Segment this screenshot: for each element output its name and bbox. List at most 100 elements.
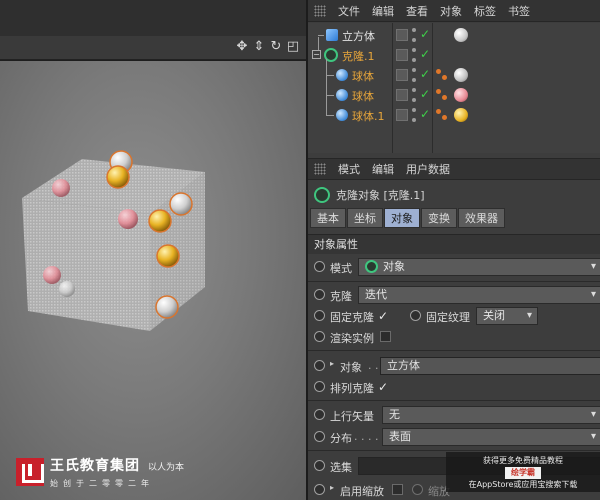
animate-radio[interactable] [314,331,325,342]
expand-triangle-icon[interactable]: ▸ [330,483,334,492]
attribute-manager-menubar: 模式 编辑 用户数据 [308,158,600,180]
animate-radio[interactable] [314,310,325,321]
sphere-icon [336,109,348,121]
material-tag-icon[interactable] [454,88,468,102]
arrange-clones-checkbox[interactable]: ✓ [378,380,388,394]
menu-edit[interactable]: 编辑 [372,3,394,19]
tab-coord[interactable]: 坐标 [347,208,383,228]
maximize-view-icon[interactable]: ◰ [286,40,300,54]
clone-value: 迭代 [365,288,387,301]
mode-dropdown[interactable]: 对象 [358,258,600,276]
visibility-dots[interactable] [412,28,416,42]
collapse-toggle-icon[interactable]: − [312,50,321,59]
prop-label: 启用缩放 [340,485,384,498]
object-manager-list: 立方体 ✓ − 克隆.1 ✓ 球体 ✓ 球体 ✓ 球体.1 ✓ [308,23,600,153]
object-row-sphere-1[interactable]: 球体.1 ✓ [308,95,600,125]
right-panel: 文件 编辑 查看 对象 标签 书签 立方体 ✓ − 克隆.1 ✓ 球体 ✓ 球体… [306,0,600,500]
menu-tags[interactable]: 标签 [474,3,496,19]
visibility-dots[interactable] [412,88,416,102]
watermark-line2: 绘学霸 [505,467,541,479]
fixed-clone-checkbox[interactable]: ✓ [378,309,388,323]
visibility-dots[interactable] [412,48,416,62]
prop-label: 上行矢量 [330,410,374,423]
menu-bookmarks[interactable]: 书签 [508,3,530,19]
enabled-check-icon[interactable]: ✓ [420,87,430,101]
material-tag-icon[interactable] [454,68,468,82]
editor-visibility-toggle[interactable] [396,29,408,41]
fixed-texture-dropdown[interactable]: 关闭 [476,307,538,325]
material-tag-icon[interactable] [454,28,468,42]
enabled-check-icon[interactable]: ✓ [420,107,430,121]
animate-radio[interactable] [314,431,325,442]
enabled-check-icon[interactable]: ✓ [420,27,430,41]
tab-effectors[interactable]: 效果器 [458,208,505,228]
object-row-cloner[interactable]: − 克隆.1 ✓ [308,37,600,65]
enabled-check-icon[interactable]: ✓ [420,47,430,61]
prop-label: 选集 [330,461,352,474]
visibility-dots[interactable] [412,108,416,122]
menu-view[interactable]: 查看 [406,3,428,19]
object-name: 球体.1 [352,110,385,123]
prop-render-instances: 渲染实例 [308,327,600,347]
animate-radio[interactable] [412,484,423,495]
up-vector-dropdown[interactable]: 无 [382,406,600,424]
animate-radio[interactable] [314,460,325,471]
phong-tag-icon[interactable] [436,89,448,101]
tab-object[interactable]: 对象 [384,208,420,228]
visibility-dots[interactable] [412,68,416,82]
tab-transform[interactable]: 变换 [421,208,457,228]
menu-edit[interactable]: 编辑 [372,161,394,177]
object-row-sphere[interactable]: 球体 ✓ [308,75,600,105]
sphere-icon [336,69,348,81]
object-name: 立方体 [342,30,375,43]
object-row-cube[interactable]: 立方体 ✓ [308,25,600,45]
tab-basic[interactable]: 基本 [310,208,346,228]
enabled-check-icon[interactable]: ✓ [420,67,430,81]
editor-visibility-toggle[interactable] [396,69,408,81]
grip-icon[interactable] [314,4,326,17]
phong-tag-icon[interactable] [436,109,448,121]
editor-visibility-toggle[interactable] [396,89,408,101]
animate-radio[interactable] [314,289,325,300]
divider [308,281,600,282]
viewport-canvas[interactable] [0,61,306,500]
render-instances-checkbox[interactable] [380,331,391,342]
viewport-header: ✥ ⇕ ↻ ◰ [0,36,306,60]
prop-up-vector: 上行矢量 无 [308,405,600,425]
animate-radio[interactable] [314,409,325,420]
editor-visibility-toggle[interactable] [396,109,408,121]
prop-label: 分布 [330,432,352,445]
editor-visibility-toggle[interactable] [396,49,408,61]
object-row-sphere[interactable]: 球体 ✓ [308,59,600,85]
zoom-view-icon[interactable]: ⇕ [252,40,266,54]
animate-radio[interactable] [410,310,421,321]
expand-triangle-icon[interactable]: ▸ [330,359,334,368]
material-tag-icon[interactable] [454,108,468,122]
animate-radio[interactable] [314,484,325,495]
menu-mode[interactable]: 模式 [338,161,360,177]
phong-tag-icon[interactable] [436,69,448,81]
animate-radio[interactable] [314,381,325,392]
viewport-panel[interactable]: ✥ ⇕ ↻ ◰ 王氏教育集团 以人为本 始创于二零零二年 [0,0,306,500]
dots-label: . . . . [354,430,379,443]
object-name: 球体 [352,70,374,83]
animate-radio[interactable] [314,261,325,272]
menu-file[interactable]: 文件 [338,3,360,19]
divider [308,400,600,401]
menu-user-data[interactable]: 用户数据 [406,161,450,177]
up-vector-value: 无 [389,408,400,421]
brand-logo: 王氏教育集团 以人为本 始创于二零零二年 [16,455,184,489]
distribution-dropdown[interactable]: 表面 [382,428,600,446]
animate-radio[interactable] [314,360,325,371]
object-link-field[interactable]: 立方体 [380,357,600,375]
watermark-banner: 获得更多免费精品教程 绘学霸 在AppStore或应用宝搜索下载 [446,452,600,492]
menu-objects[interactable]: 对象 [440,3,462,19]
move-view-icon[interactable]: ✥ [235,40,249,54]
clone-dropdown[interactable]: 迭代 [358,286,600,304]
grip-icon[interactable] [314,163,326,175]
enable-scale-checkbox[interactable] [392,484,403,495]
cloner-icon [314,187,330,203]
rotate-view-icon[interactable]: ↻ [269,40,283,54]
logo-slogan: 以人为本 [148,463,185,473]
prop-label: 排列克隆 [330,382,374,395]
